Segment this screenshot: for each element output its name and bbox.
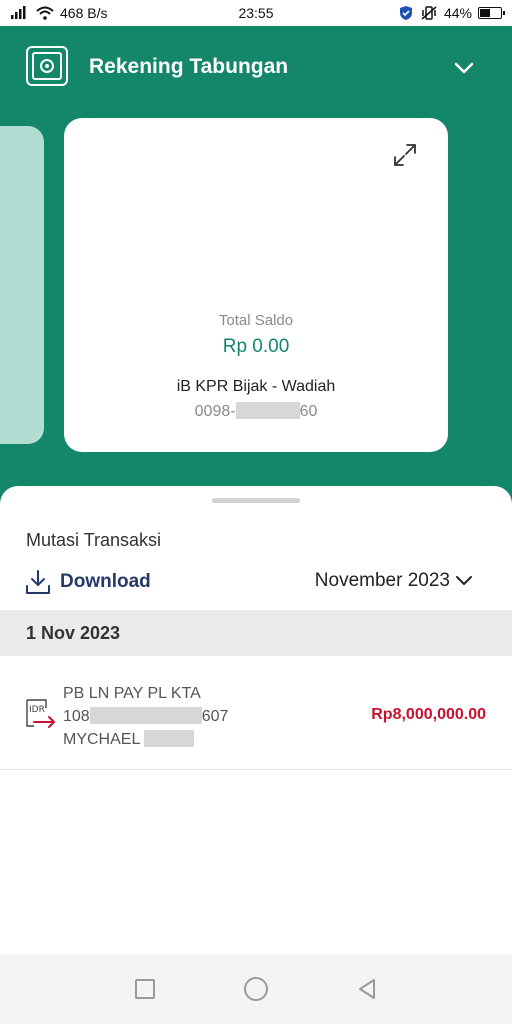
download-label: Download [60,571,151,592]
back-button[interactable] [353,975,381,1003]
account-number: 0098- 60 [64,402,448,421]
month-dropdown[interactable]: November 2023 [315,570,474,592]
vibrate-icon [420,5,438,21]
previous-card-peek[interactable] [0,126,44,444]
transaction-reference: 108 607 [63,705,228,728]
month-selected: November 2023 [314,570,450,591]
transaction-sheet: Mutasi Transaksi Download November 2023 … [0,486,512,954]
section-title: Mutasi Transaksi [26,530,162,550]
home-button[interactable] [242,975,270,1003]
account-number-suffix: 60 [299,403,318,420]
wifi-icon [36,6,54,20]
status-right: 44% [398,5,505,21]
transaction-amount: Rp8,000,000.00 [371,706,486,723]
circle-icon [243,977,268,1001]
masked-reference [89,707,202,724]
recents-button[interactable] [131,975,159,1003]
expand-icon[interactable] [392,142,418,168]
transaction-name: MYCHAEL [63,728,228,751]
account-selector[interactable]: Rekening Tabungan [0,44,512,92]
status-left: 468 B/s [10,5,107,21]
shield-icon [398,5,414,21]
reference-prefix: 108 [63,708,90,725]
sheet-drag-handle[interactable] [212,498,300,503]
reference-suffix: 607 [201,708,229,725]
account-number-prefix: 0098- [194,403,236,420]
status-time: 23:55 [238,5,274,21]
idr-icon-text: IDR [29,705,45,715]
network-speed: 468 B/s [60,5,108,21]
safe-icon [26,46,68,86]
account-header-area: Rekening Tabungan Total Saldo Rp 0.00 iB… [0,26,512,506]
account-card[interactable]: Total Saldo Rp 0.00 iB KPR Bijak - Wadia… [64,118,448,452]
chevron-down-icon[interactable] [452,56,476,80]
triangle-back-icon [358,979,375,999]
balance-amount: Rp 0.00 [222,336,290,357]
transaction-details: PB LN PAY PL KTA 108 607 MYCHAEL [63,682,228,751]
status-bar: 468 B/s 23:55 44% [0,0,512,26]
transaction-description: PB LN PAY PL KTA [63,685,201,702]
transaction-row[interactable]: IDR PB LN PAY PL KTA 108 607 MYCHAEL Rp8,… [0,656,512,770]
product-name: iB KPR Bijak - Wadiah [176,378,336,395]
battery-icon [478,7,505,19]
idr-transfer-icon: IDR [26,699,55,728]
signal-icon [10,6,30,20]
date-group-label: 1 Nov 2023 [26,622,121,643]
battery-percent: 44% [443,5,472,21]
balance-label: Total Saldo [218,312,294,329]
date-group-header: 1 Nov 2023 [0,610,512,656]
masked-name [144,730,195,747]
system-nav-bar [0,954,512,1024]
masked-digits [235,402,300,419]
download-button[interactable]: Download [24,568,151,596]
download-icon [26,570,50,594]
account-type-title: Rekening Tabungan [89,55,289,78]
square-icon [135,979,156,999]
sender-name: MYCHAEL [63,731,140,748]
chevron-down-icon [456,576,472,585]
